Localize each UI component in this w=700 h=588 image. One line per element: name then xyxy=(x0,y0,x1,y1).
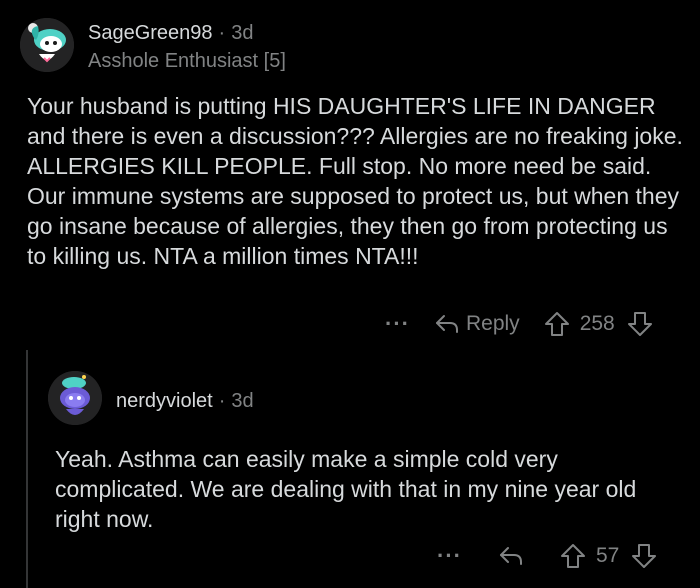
comment-meta: SageGreen98 · 3d xyxy=(88,22,253,45)
upvote-arrow-icon xyxy=(560,544,585,568)
timestamp: 3d xyxy=(231,22,254,44)
separator-dot: · xyxy=(218,22,226,44)
avatar[interactable] xyxy=(48,371,102,425)
downvote-arrow-icon xyxy=(632,544,657,568)
upvote-button[interactable] xyxy=(560,543,586,569)
reply-arrow-icon xyxy=(435,315,458,333)
comment-actions: ··· Reply 258 xyxy=(385,306,653,342)
comment-body: Yeah. Asthma can easily make a simple co… xyxy=(55,446,637,532)
vote-score: 57 xyxy=(595,544,620,567)
more-options-button[interactable]: ··· xyxy=(385,311,410,337)
upvote-button[interactable] xyxy=(544,311,570,337)
separator-dot: · xyxy=(218,390,226,412)
reply-button[interactable] xyxy=(498,545,524,567)
more-options-button[interactable]: ··· xyxy=(437,543,462,569)
reply-button[interactable]: Reply xyxy=(434,312,520,336)
comment-actions: ··· 57 xyxy=(437,538,657,574)
downvote-button[interactable] xyxy=(627,311,653,337)
thread-line[interactable] xyxy=(26,350,28,588)
reply-label: Reply xyxy=(465,312,520,335)
reply-arrow-icon xyxy=(499,547,522,565)
downvote-arrow-icon xyxy=(627,312,652,336)
comment-body: Your husband is putting HIS DAUGHTER'S L… xyxy=(27,93,683,269)
comment-meta: nerdyviolet · 3d xyxy=(116,390,254,413)
vote-score: 258 xyxy=(579,312,615,335)
upvote-arrow-icon xyxy=(544,312,569,336)
timestamp: 3d xyxy=(231,390,254,412)
username[interactable]: nerdyviolet xyxy=(116,390,213,413)
username[interactable]: SageGreen98 xyxy=(88,22,213,45)
avatar[interactable] xyxy=(20,18,74,72)
user-flair: Asshole Enthusiast [5] xyxy=(88,50,286,72)
snoo-avatar-icon xyxy=(48,371,102,425)
snoo-avatar-icon xyxy=(20,18,74,72)
downvote-button[interactable] xyxy=(631,543,657,569)
